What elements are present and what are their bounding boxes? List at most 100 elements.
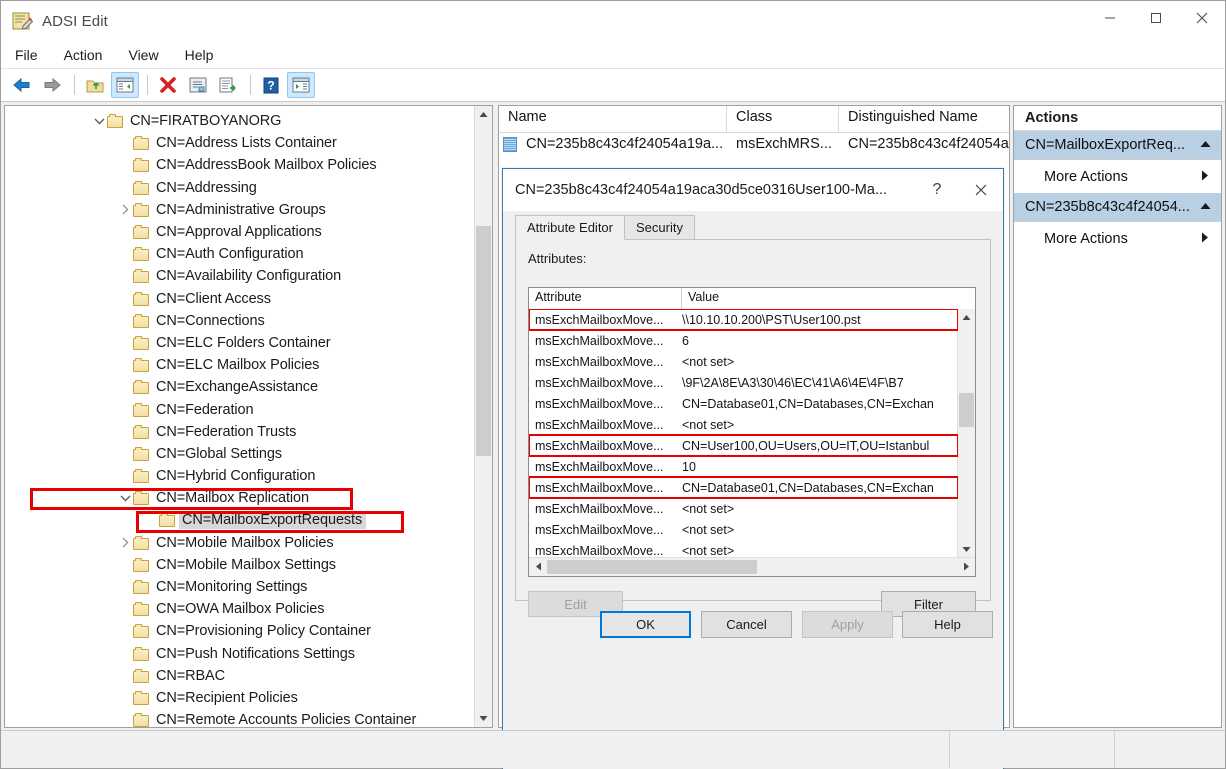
menu-help[interactable]: Help	[185, 47, 214, 63]
maximize-button[interactable]	[1133, 1, 1179, 35]
result-column-header[interactable]: Name	[499, 106, 727, 132]
tree-node[interactable]: CN=Global Settings	[5, 443, 475, 465]
tree-scroll-down-icon[interactable]	[475, 710, 492, 727]
actions-item-more-actions[interactable]: More Actions	[1014, 160, 1221, 193]
cancel-button[interactable]: Cancel	[701, 611, 792, 638]
console-tree[interactable]: CN=FIRATBOYANORG CN=Address Lists Contain…	[5, 110, 475, 727]
attribute-row[interactable]: msExchMailboxMove... <not set>	[529, 414, 958, 435]
tree-node[interactable]: CN=Address Lists Container	[5, 132, 475, 154]
attribute-row[interactable]: msExchMailboxMove... CN=Database01,CN=Dat…	[529, 393, 958, 414]
attr-hscroll-right-icon[interactable]	[957, 558, 975, 576]
tree-node[interactable]: CN=Recipient Policies	[5, 687, 475, 709]
tree-node[interactable]: CN=Federation Trusts	[5, 421, 475, 443]
close-button[interactable]	[1179, 1, 1225, 35]
attributes-vertical-scrollbar[interactable]	[957, 309, 975, 558]
tree-node[interactable]: CN=Remote Accounts Policies Container	[5, 709, 475, 727]
result-column-header[interactable]: Distinguished Name	[839, 106, 1009, 132]
tree-node[interactable]: CN=FIRATBOYANORG	[5, 110, 475, 132]
tree-node[interactable]: CN=Approval Applications	[5, 221, 475, 243]
menu-action[interactable]: Action	[64, 47, 103, 63]
menu-file[interactable]: File	[15, 47, 38, 63]
tree-node[interactable]: CN=ExchangeAssistance	[5, 376, 475, 398]
tree-node[interactable]: CN=Client Access	[5, 288, 475, 310]
help-button[interactable]: Help	[902, 611, 993, 638]
chevron-right-icon[interactable]	[117, 535, 133, 551]
result-list-body[interactable]: CN=235b8c43c4f24054a19a... msExchMRS... CN…	[499, 133, 1009, 155]
actions-group-header[interactable]: CN=235b8c43c4f24054...	[1014, 193, 1221, 222]
attribute-row[interactable]: msExchMailboxMove... <not set>	[529, 351, 958, 372]
tree-node[interactable]: CN=Monitoring Settings	[5, 576, 475, 598]
attribute-row[interactable]: msExchMailboxMove... \\10.10.10.200\PST\U…	[529, 309, 958, 331]
tree-node[interactable]: CN=Push Notifications Settings	[5, 643, 475, 665]
chevron-down-icon[interactable]	[117, 490, 133, 506]
attribute-row[interactable]: msExchMailboxMove... <not set>	[529, 519, 958, 540]
tree-node[interactable]: CN=Auth Configuration	[5, 243, 475, 265]
attribute-row[interactable]: msExchMailboxMove... <not set>	[529, 540, 958, 558]
attribute-row[interactable]: msExchMailboxMove... <not set>	[529, 498, 958, 519]
tree-node[interactable]: CN=Federation	[5, 398, 475, 420]
tree-node[interactable]: CN=Mailbox Replication	[5, 487, 475, 509]
tab-security[interactable]: Security	[624, 215, 695, 240]
minimize-button[interactable]	[1087, 1, 1133, 35]
actions-group-header[interactable]: CN=MailboxExportReq...	[1014, 131, 1221, 160]
tree-scroll-thumb[interactable]	[476, 226, 491, 456]
tree-node[interactable]: CN=ELC Mailbox Policies	[5, 354, 475, 376]
tree-node[interactable]: CN=Connections	[5, 310, 475, 332]
tree-node[interactable]: CN=Provisioning Policy Container	[5, 620, 475, 642]
tree-node[interactable]: CN=Mobile Mailbox Policies	[5, 532, 475, 554]
attribute-row[interactable]: msExchMailboxMove... 6	[529, 330, 958, 351]
attributes-rows[interactable]: msExchMailboxMove... \\10.10.10.200\PST\U…	[529, 309, 958, 558]
tree-scroll-up-icon[interactable]	[475, 106, 492, 123]
caret-up-icon[interactable]	[1200, 202, 1211, 213]
tab-attribute-editor[interactable]: Attribute Editor	[515, 215, 625, 240]
tree-node[interactable]: CN=Addressing	[5, 177, 475, 199]
caret-up-icon[interactable]	[1200, 140, 1211, 151]
help-question-icon[interactable]: ?	[257, 72, 285, 98]
apply-button[interactable]: Apply	[802, 611, 893, 638]
attr-scroll-down-icon[interactable]	[958, 541, 975, 558]
attribute-row[interactable]: msExchMailboxMove... CN=User100,OU=Users,…	[529, 434, 958, 457]
tree-node[interactable]: CN=ELC Folders Container	[5, 332, 475, 354]
attribute-row[interactable]: msExchMailboxMove... \9F\2A\8E\A3\30\46\E…	[529, 372, 958, 393]
attribute-row[interactable]: msExchMailboxMove... CN=Database01,CN=Dat…	[529, 476, 958, 499]
result-list-row[interactable]: CN=235b8c43c4f24054a19a... msExchMRS... CN…	[499, 133, 1009, 155]
delete-x-icon[interactable]	[154, 72, 182, 98]
tree-node[interactable]: CN=RBAC	[5, 665, 475, 687]
result-column-header[interactable]: Class	[727, 106, 839, 132]
tree-scrollbar[interactable]	[474, 106, 492, 727]
forward-arrow-icon[interactable]	[38, 72, 66, 98]
up-folder-icon[interactable]	[81, 72, 109, 98]
show-hide-action-pane-icon[interactable]	[287, 72, 315, 98]
folder-icon	[133, 269, 150, 284]
chevron-down-icon[interactable]	[91, 113, 107, 129]
chevron-right-icon[interactable]	[117, 202, 133, 218]
attribute-name: msExchMailboxMove...	[535, 522, 664, 537]
tree-node[interactable]: CN=Availability Configuration	[5, 265, 475, 287]
actions-item-more-actions[interactable]: More Actions	[1014, 222, 1221, 255]
tree-node[interactable]: CN=Mobile Mailbox Settings	[5, 554, 475, 576]
attr-hscroll-thumb[interactable]	[547, 560, 757, 574]
tree-node[interactable]: CN=Administrative Groups	[5, 199, 475, 221]
attributes-listview[interactable]: Attribute Value msExchMailboxMove... \\10…	[528, 287, 976, 577]
dialog-close-button[interactable]	[959, 175, 1003, 205]
attribute-row[interactable]: msExchMailboxMove... 10	[529, 456, 958, 477]
show-hide-console-tree-icon[interactable]	[111, 72, 139, 98]
attr-scroll-up-icon[interactable]	[958, 309, 975, 326]
attr-hscroll-left-icon[interactable]	[529, 558, 547, 576]
properties-icon[interactable]	[184, 72, 212, 98]
ok-button[interactable]: OK	[600, 611, 691, 638]
tree-node[interactable]: CN=Hybrid Configuration	[5, 465, 475, 487]
back-arrow-icon[interactable]	[8, 72, 36, 98]
tree-node[interactable]: CN=AddressBook Mailbox Policies	[5, 154, 475, 176]
export-list-icon[interactable]	[214, 72, 242, 98]
caret-right-icon[interactable]	[1201, 232, 1209, 246]
column-value[interactable]: Value	[682, 288, 975, 309]
column-attribute[interactable]: Attribute	[529, 288, 682, 309]
dialog-help-button[interactable]: ?	[915, 175, 959, 205]
menu-view[interactable]: View	[128, 47, 158, 63]
tree-node[interactable]: CN=MailboxExportRequests	[5, 509, 475, 531]
tree-node[interactable]: CN=OWA Mailbox Policies	[5, 598, 475, 620]
attributes-horizontal-scrollbar[interactable]	[529, 557, 975, 576]
caret-right-icon[interactable]	[1201, 170, 1209, 184]
attr-scroll-thumb[interactable]	[959, 393, 974, 427]
